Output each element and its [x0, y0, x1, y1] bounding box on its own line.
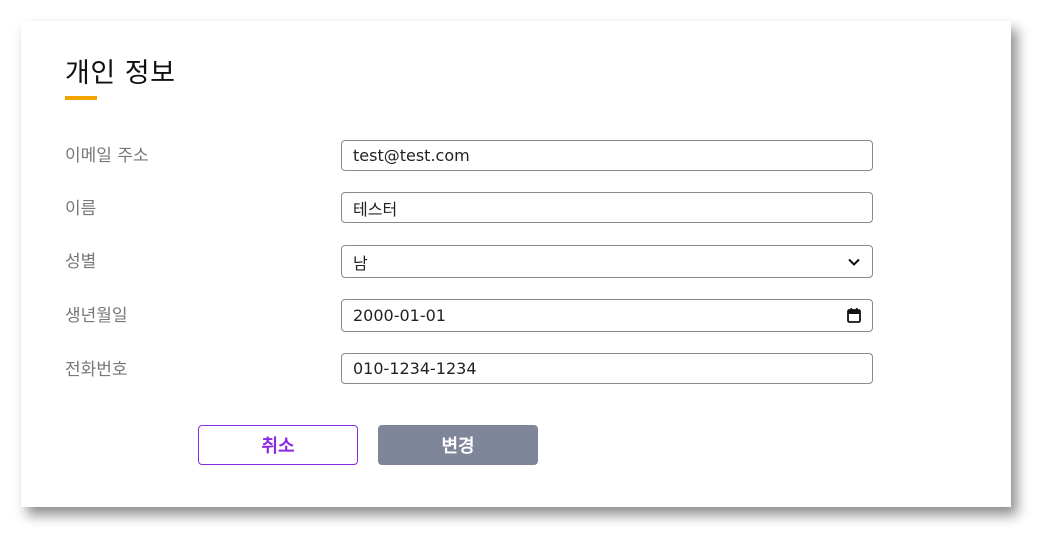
- save-button[interactable]: 변경: [378, 425, 538, 465]
- title-underline: [65, 96, 97, 100]
- phone-label: 전화번호: [65, 360, 128, 380]
- name-label: 이름: [65, 199, 97, 219]
- phone-value: 010-1234-1234: [353, 359, 477, 378]
- email-field[interactable]: test@test.com: [341, 140, 873, 171]
- page-title: 개인 정보: [65, 58, 176, 89]
- gender-value: 남: [353, 253, 368, 273]
- birthdate-value: 2000-01-01: [353, 306, 446, 325]
- birthdate-label: 생년월일: [65, 306, 128, 326]
- cancel-button[interactable]: 취소: [198, 425, 358, 465]
- name-field[interactable]: 테스터: [341, 192, 873, 223]
- personal-info-card: 개인 정보 이메일 주소 test@test.com 이름 테스터 성별 남 생…: [21, 21, 1011, 507]
- email-label: 이메일 주소: [65, 146, 149, 166]
- birthdate-field[interactable]: 2000-01-01: [341, 299, 873, 332]
- calendar-icon[interactable]: [847, 308, 861, 323]
- gender-select[interactable]: 남: [341, 245, 873, 278]
- chevron-down-icon: [847, 255, 861, 269]
- email-value: test@test.com: [353, 146, 470, 165]
- gender-label: 성별: [65, 252, 97, 272]
- phone-field[interactable]: 010-1234-1234: [341, 353, 873, 384]
- name-value: 테스터: [353, 199, 398, 219]
